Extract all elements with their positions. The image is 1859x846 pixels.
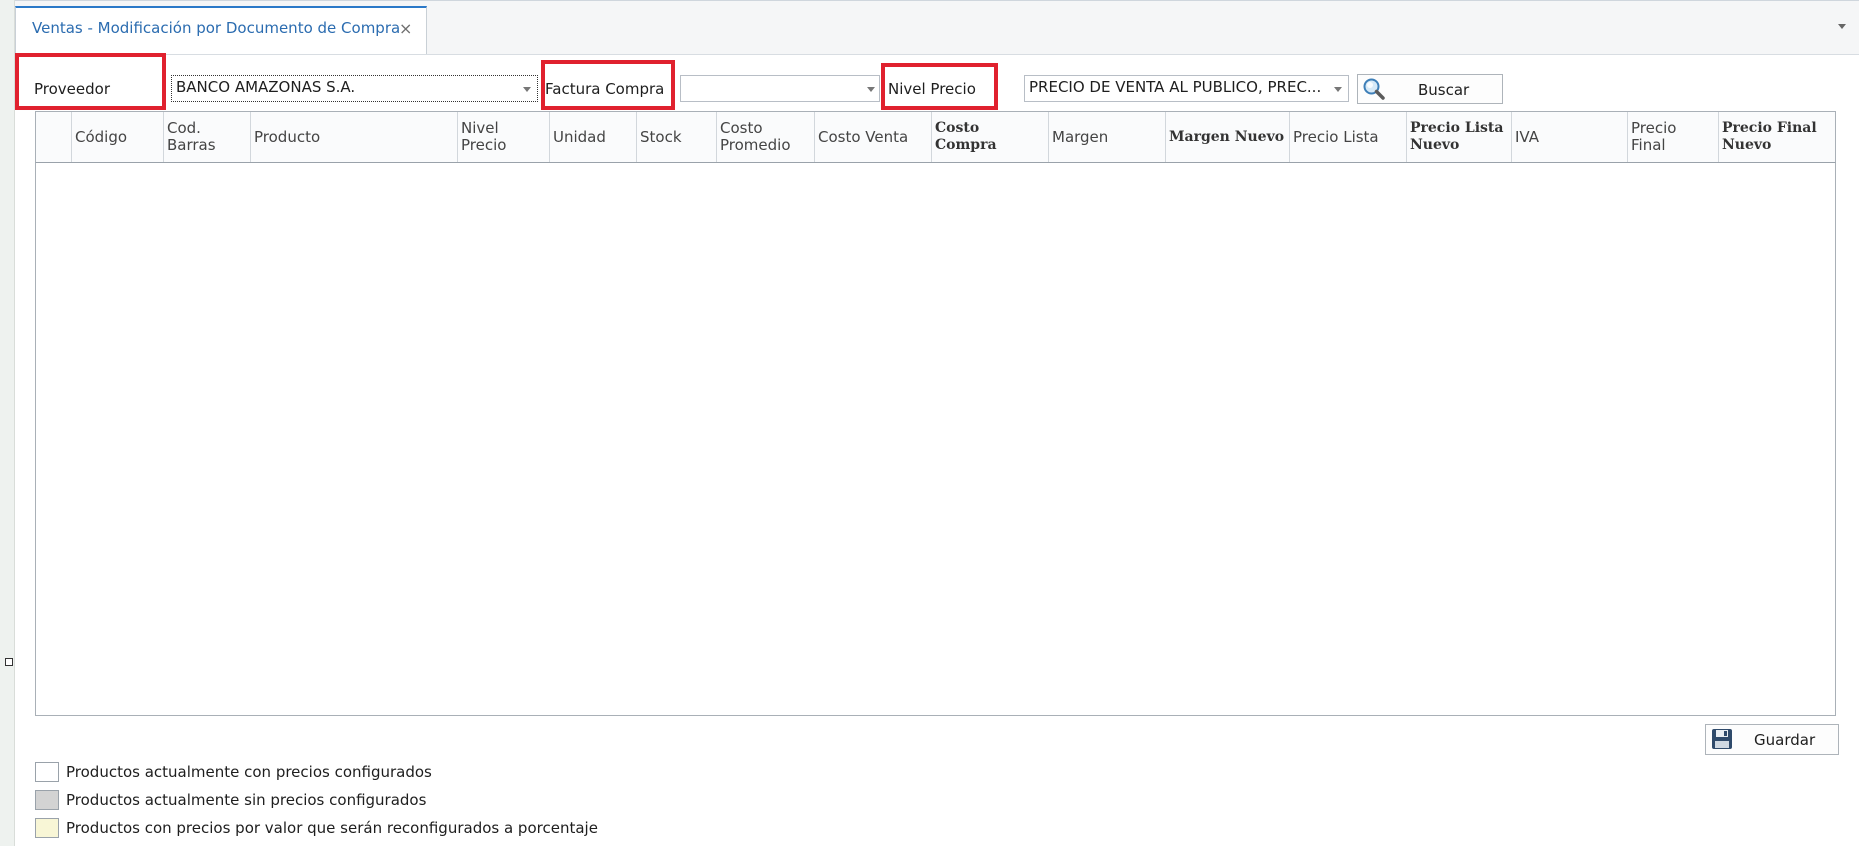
- row-indicator-header: [36, 112, 72, 162]
- nivel-precio-label: Nivel Precio: [888, 80, 976, 98]
- factura-compra-label: Factura Compra: [545, 80, 665, 98]
- legend-swatch-configured: [35, 762, 59, 782]
- factura-compra-combo[interactable]: [680, 75, 880, 102]
- nivel-precio-value: PRECIO DE VENTA AL PUBLICO, PREC...: [1029, 78, 1322, 96]
- factura-dropdown-icon[interactable]: [867, 87, 875, 92]
- products-grid[interactable]: [35, 111, 1836, 716]
- legend-reconfigured: Productos con precios por valor que será…: [66, 819, 598, 837]
- proveedor-value: BANCO AMAZONAS S.A.: [176, 78, 356, 96]
- col-header-costo-venta[interactable]: Costo Venta: [815, 112, 932, 162]
- col-header-cod-barras[interactable]: Cod. Barras: [164, 112, 251, 162]
- col-header-producto[interactable]: Producto: [251, 112, 458, 162]
- floppy-disk-icon: [1712, 729, 1732, 749]
- col-header-precio-lista[interactable]: Precio Lista: [1290, 112, 1407, 162]
- legend-swatch-unconfigured: [35, 790, 59, 810]
- col-header-costo-promedio[interactable]: Costo Promedio: [717, 112, 815, 162]
- magnifier-icon: [1363, 78, 1385, 100]
- proveedor-dropdown-icon[interactable]: [523, 87, 531, 92]
- proveedor-combo[interactable]: BANCO AMAZONAS S.A.: [171, 75, 538, 102]
- guardar-label: Guardar: [1754, 731, 1816, 749]
- resize-handle-icon[interactable]: [5, 658, 13, 666]
- col-header-precio-lista-nuevo[interactable]: Precio Lista Nuevo: [1407, 112, 1512, 162]
- proveedor-label: Proveedor: [34, 80, 110, 98]
- buscar-label: Buscar: [1418, 81, 1470, 99]
- legend-configured: Productos actualmente con precios config…: [66, 763, 432, 781]
- left-edge-panel: [0, 0, 15, 846]
- col-header-margen[interactable]: Margen: [1049, 112, 1166, 162]
- nivel-precio-combo[interactable]: PRECIO DE VENTA AL PUBLICO, PREC...: [1024, 75, 1349, 102]
- col-header-precio-final[interactable]: Precio Final: [1628, 112, 1719, 162]
- legend-unconfigured: Productos actualmente sin precios config…: [66, 791, 427, 809]
- tab-overflow-chevron-icon[interactable]: [1838, 24, 1846, 29]
- col-header-codigo[interactable]: Código: [72, 112, 164, 162]
- col-header-stock[interactable]: Stock: [637, 112, 717, 162]
- buscar-button[interactable]: Buscar: [1357, 74, 1503, 104]
- col-header-unidad[interactable]: Unidad: [550, 112, 637, 162]
- col-header-nivel-precio[interactable]: Nivel Precio: [458, 112, 550, 162]
- col-header-iva[interactable]: IVA: [1512, 112, 1628, 162]
- col-header-costo-compra[interactable]: Costo Compra: [932, 112, 1049, 162]
- nivel-dropdown-icon[interactable]: [1334, 87, 1342, 92]
- tab-title[interactable]: Ventas - Modificación por Documento de C…: [32, 19, 400, 37]
- legend-swatch-reconfigured: [35, 818, 59, 838]
- col-header-precio-final-nuevo[interactable]: Precio Final Nuevo: [1719, 112, 1835, 162]
- grid-header: Código Cod. Barras Producto Nivel Precio…: [35, 111, 1836, 163]
- guardar-button[interactable]: Guardar: [1705, 724, 1839, 755]
- tab-close-icon[interactable]: ×: [399, 19, 412, 38]
- col-header-margen-nuevo[interactable]: Margen Nuevo: [1166, 112, 1290, 162]
